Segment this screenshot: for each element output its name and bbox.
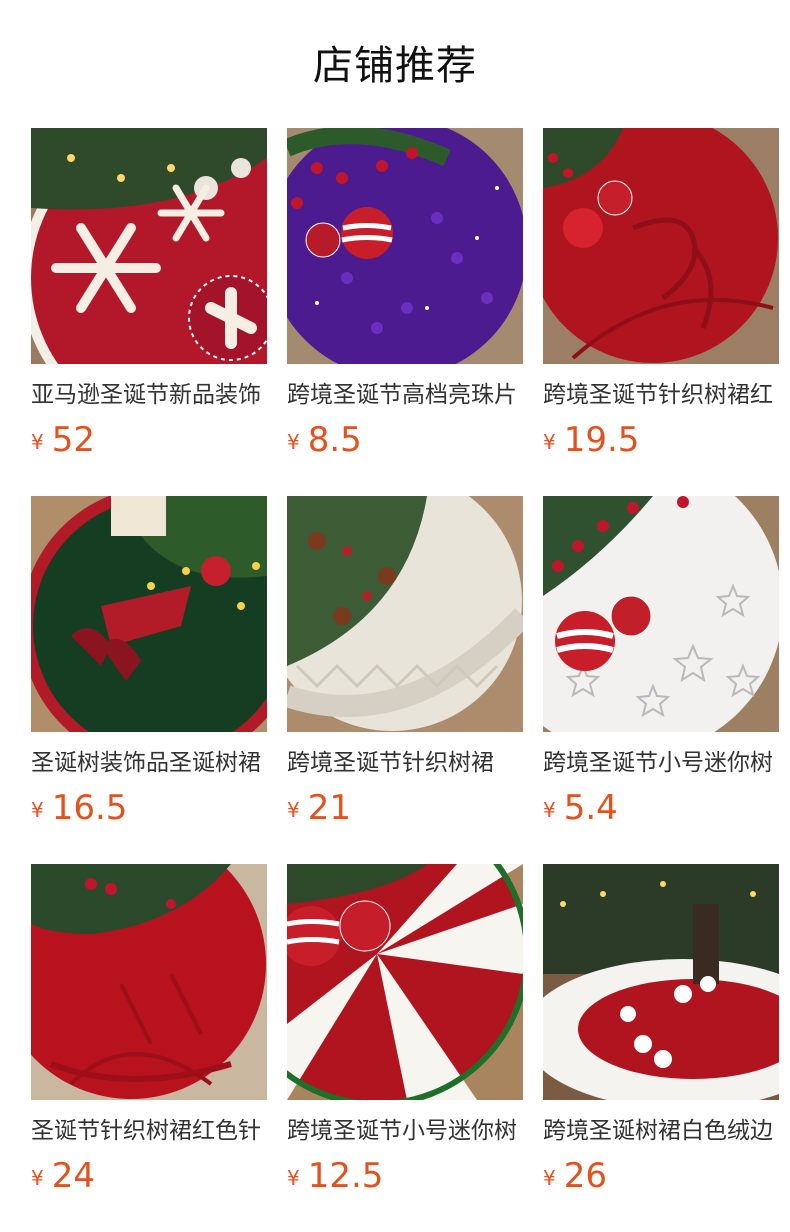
product-image[interactable] bbox=[543, 496, 779, 732]
product-name[interactable]: 跨境圣诞节针织树裙红 bbox=[543, 378, 779, 412]
product-price: ¥52 bbox=[31, 418, 267, 468]
product-card[interactable]: 跨境圣诞节小号迷你树 ¥5.4 bbox=[543, 496, 779, 844]
currency-symbol: ¥ bbox=[31, 798, 44, 822]
product-card[interactable]: 跨境圣诞节针织树裙红 ¥19.5 bbox=[543, 128, 779, 476]
product-card[interactable]: 跨境圣诞树裙白色绒边 ¥26 bbox=[543, 864, 779, 1212]
currency-symbol: ¥ bbox=[543, 1166, 556, 1190]
product-price: ¥19.5 bbox=[543, 418, 779, 468]
product-image[interactable] bbox=[31, 864, 267, 1100]
product-price: ¥26 bbox=[543, 1154, 779, 1204]
price-value: 24 bbox=[51, 1156, 95, 1196]
price-value: 16.5 bbox=[51, 788, 128, 828]
product-card[interactable]: 圣诞节针织树裙红色针 ¥24 bbox=[31, 864, 267, 1212]
product-name[interactable]: 跨境圣诞节小号迷你树 bbox=[543, 746, 779, 780]
product-price: ¥16.5 bbox=[31, 786, 267, 836]
product-price: ¥24 bbox=[31, 1154, 267, 1204]
currency-symbol: ¥ bbox=[31, 430, 44, 454]
currency-symbol: ¥ bbox=[287, 798, 300, 822]
product-name[interactable]: 跨境圣诞节小号迷你树 bbox=[287, 1114, 523, 1148]
product-name[interactable]: 圣诞树装饰品圣诞树裙 bbox=[31, 746, 267, 780]
currency-symbol: ¥ bbox=[287, 1166, 300, 1190]
product-price: ¥5.4 bbox=[543, 786, 779, 836]
product-card[interactable]: 圣诞树装饰品圣诞树裙 ¥16.5 bbox=[31, 496, 267, 844]
page-title: 店铺推荐 bbox=[313, 43, 477, 89]
product-price: ¥12.5 bbox=[287, 1154, 523, 1204]
price-value: 5.4 bbox=[563, 788, 618, 828]
price-value: 52 bbox=[51, 420, 95, 460]
product-card[interactable]: 跨境圣诞节高档亮珠片 ¥8.5 bbox=[287, 128, 523, 476]
product-image[interactable] bbox=[287, 496, 523, 732]
currency-symbol: ¥ bbox=[31, 1166, 44, 1190]
product-image[interactable] bbox=[287, 128, 523, 364]
currency-symbol: ¥ bbox=[287, 430, 300, 454]
price-value: 8.5 bbox=[307, 420, 362, 460]
product-card[interactable]: 跨境圣诞节针织树裙 ¥21 bbox=[287, 496, 523, 844]
product-grid: 亚马逊圣诞节新品装饰 ¥52 跨境圣诞节高档亮珠片 ¥8.5 跨境圣诞节针织树裙… bbox=[31, 128, 779, 1212]
product-image[interactable] bbox=[543, 864, 779, 1100]
product-card[interactable]: 亚马逊圣诞节新品装饰 ¥52 bbox=[31, 128, 267, 476]
product-name[interactable]: 圣诞节针织树裙红色针 bbox=[31, 1114, 267, 1148]
currency-symbol: ¥ bbox=[543, 430, 556, 454]
product-image[interactable] bbox=[543, 128, 779, 364]
product-name[interactable]: 跨境圣诞节高档亮珠片 bbox=[287, 378, 523, 412]
product-image[interactable] bbox=[287, 864, 523, 1100]
product-price: ¥21 bbox=[287, 786, 523, 836]
currency-symbol: ¥ bbox=[543, 798, 556, 822]
price-value: 26 bbox=[563, 1156, 607, 1196]
price-value: 19.5 bbox=[563, 420, 640, 460]
product-name[interactable]: 亚马逊圣诞节新品装饰 bbox=[31, 378, 267, 412]
price-value: 12.5 bbox=[307, 1156, 384, 1196]
product-image[interactable] bbox=[31, 128, 267, 364]
product-price: ¥8.5 bbox=[287, 418, 523, 468]
product-name[interactable]: 跨境圣诞节针织树裙 bbox=[287, 746, 523, 780]
product-card[interactable]: 跨境圣诞节小号迷你树 ¥12.5 bbox=[287, 864, 523, 1212]
price-value: 21 bbox=[307, 788, 351, 828]
product-image[interactable] bbox=[31, 496, 267, 732]
product-name[interactable]: 跨境圣诞树裙白色绒边 bbox=[543, 1114, 779, 1148]
